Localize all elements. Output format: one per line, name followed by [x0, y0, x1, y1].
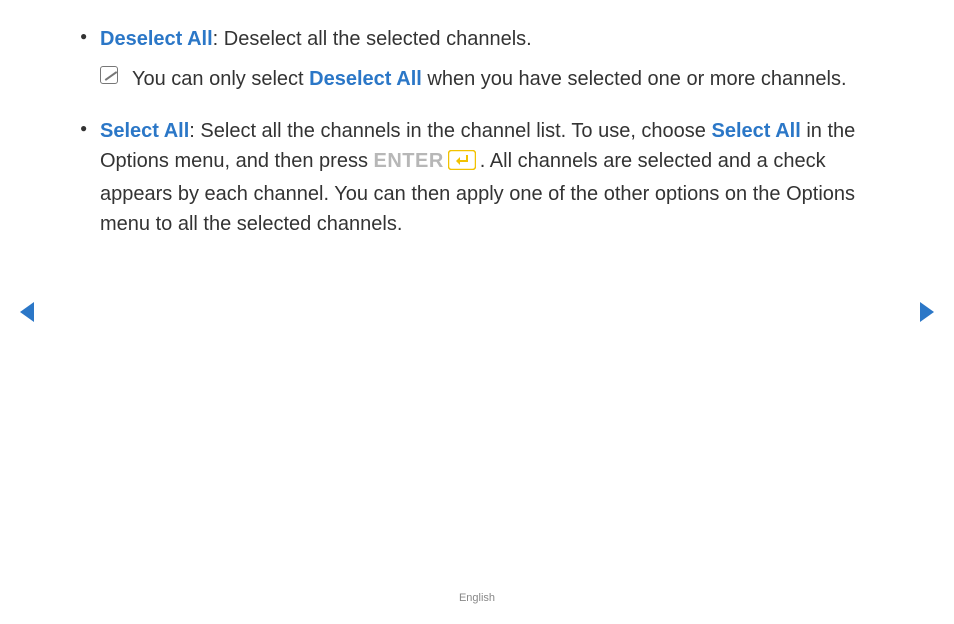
note-bold: Deselect All: [309, 68, 422, 90]
select-all-block: Select All: Select all the channels in t…: [100, 116, 874, 239]
triangle-right-icon: [918, 300, 936, 324]
next-page-button[interactable]: [918, 300, 936, 329]
document-page: Deselect All: Deselect all the selected …: [0, 0, 954, 624]
note-row: You can only select Deselect All when yo…: [100, 64, 874, 94]
list-item-select-all: Select All: Select all the channels in t…: [80, 116, 874, 239]
note-before: You can only select: [132, 68, 309, 90]
deselect-all-title: Deselect All: [100, 28, 213, 50]
select-all-inline-bold: Select All: [711, 120, 800, 142]
enter-key-icon: [448, 149, 476, 179]
triangle-left-icon: [18, 300, 36, 324]
list-item-deselect-all: Deselect All: Deselect all the selected …: [80, 24, 874, 94]
prev-page-button[interactable]: [18, 300, 36, 329]
deselect-all-line: Deselect All: Deselect all the selected …: [100, 24, 874, 54]
select-all-seg1: : Select all the channels in the channel…: [189, 120, 711, 142]
note-icon: [100, 66, 118, 84]
pencil-icon: [100, 66, 118, 84]
footer-language: English: [0, 592, 954, 604]
note-after: when you have selected one or more chann…: [422, 68, 847, 90]
bullet-list: Deselect All: Deselect all the selected …: [80, 24, 874, 239]
select-all-title: Select All: [100, 120, 189, 142]
enter-label: ENTER: [374, 150, 444, 172]
deselect-all-desc: : Deselect all the selected channels.: [213, 28, 532, 50]
content-area: Deselect All: Deselect all the selected …: [0, 0, 954, 239]
note-text: You can only select Deselect All when yo…: [132, 64, 847, 94]
